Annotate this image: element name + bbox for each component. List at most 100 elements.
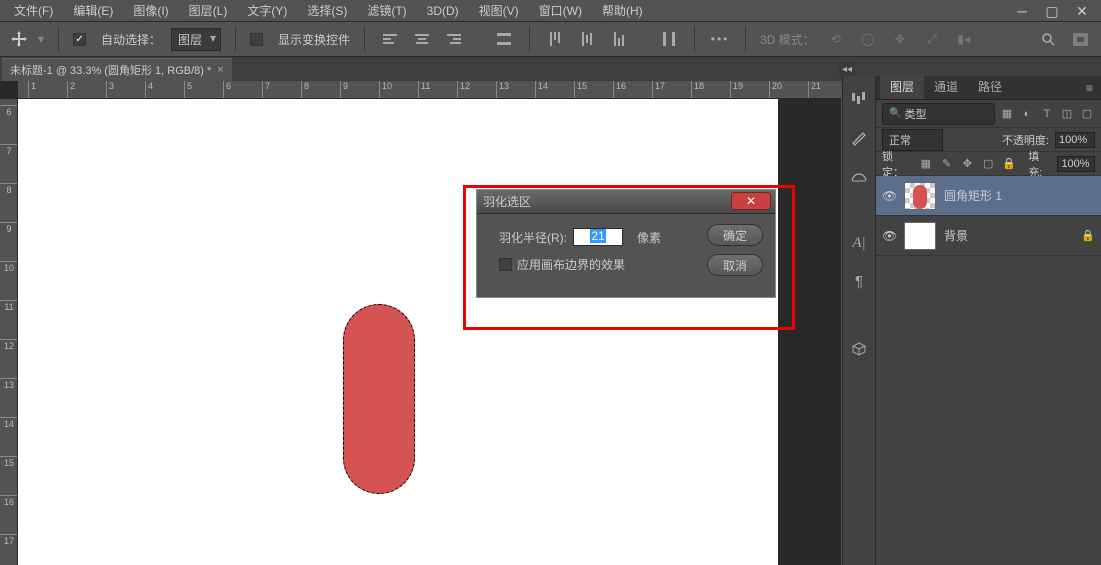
show-transform-checkbox[interactable] xyxy=(250,33,263,46)
minimize-button[interactable]: ─ xyxy=(1007,2,1037,20)
panel-tabs: 图层 通道 路径 ≡ xyxy=(876,76,1101,100)
fill-label: 填充: xyxy=(1028,148,1051,180)
3d-camera-icon[interactable]: ▮◂ xyxy=(953,28,975,50)
panel-menu-icon[interactable]: ≡ xyxy=(1078,77,1101,99)
3d-orbit-icon[interactable]: ⟲ xyxy=(825,28,847,50)
canvas-effect-checkbox[interactable] xyxy=(499,258,512,271)
filter-smart-icon[interactable]: ▢ xyxy=(1079,106,1095,122)
filter-type-dropdown[interactable]: 类型 xyxy=(882,103,995,125)
radius-label: 羽化半径(R): xyxy=(499,229,567,246)
opacity-input[interactable]: 100% xyxy=(1055,132,1095,148)
layer-thumbnail[interactable] xyxy=(904,222,936,250)
menu-file[interactable]: 文件(F) xyxy=(4,0,63,22)
auto-select-checkbox[interactable] xyxy=(73,33,86,46)
adjustments-panel-icon[interactable] xyxy=(848,88,870,110)
3d-slide-icon[interactable]: ⤢ xyxy=(921,28,943,50)
menu-edit[interactable]: 编辑(E) xyxy=(63,0,123,22)
document-tab[interactable]: 未标题-1 @ 33.3% (圆角矩形 1, RGB/8) * × xyxy=(2,58,232,81)
tab-layers[interactable]: 图层 xyxy=(880,74,924,99)
panel-collapse-icon[interactable]: ◂◂ xyxy=(839,62,855,76)
radius-input[interactable]: 21 xyxy=(573,228,623,246)
layer-row-shape[interactable]: 👁 圆角矩形 1 xyxy=(876,176,1101,216)
search-icon[interactable] xyxy=(1037,28,1059,50)
lock-icon: 🔒 xyxy=(1081,229,1095,242)
paragraph-panel-icon[interactable]: ¶ xyxy=(848,270,870,292)
align-center-icon[interactable] xyxy=(411,28,433,50)
layer-name[interactable]: 背景 xyxy=(944,227,968,244)
ruler-vertical: 67891011121314151617 xyxy=(0,99,18,565)
menu-filter[interactable]: 滤镜(T) xyxy=(357,0,416,22)
ok-button[interactable]: 确定 xyxy=(707,224,763,246)
brushes-panel-icon[interactable] xyxy=(848,126,870,148)
canvas-effect-label: 应用画布边界的效果 xyxy=(517,256,625,273)
layers-panel: 图层 通道 路径 ≡ 类型 ▦ ◐ T ◫ ▢ 正常 不透明度: 100% 锁定… xyxy=(876,76,1101,565)
filter-shape-icon[interactable]: ◫ xyxy=(1059,106,1075,122)
fill-input[interactable]: 100% xyxy=(1057,156,1095,172)
menu-type[interactable]: 文字(Y) xyxy=(237,0,297,22)
layer-row-background[interactable]: 👁 背景 🔒 xyxy=(876,216,1101,256)
ruler-horizontal: 123456789101112131415161718192021 xyxy=(18,81,841,99)
3d-pan-icon[interactable]: ✥ xyxy=(889,28,911,50)
menu-view[interactable]: 视图(V) xyxy=(469,0,529,22)
lock-image-icon[interactable]: ✎ xyxy=(939,156,954,172)
align-bottom-icon[interactable] xyxy=(608,28,630,50)
distribute-icon[interactable] xyxy=(493,28,515,50)
dialog-title: 羽化选区 xyxy=(483,193,531,210)
tab-paths[interactable]: 路径 xyxy=(968,74,1012,99)
options-bar: ▾ 自动选择： 图层 显示变换控件 ••• 3D 模式： ⟲ ◯ ✥ ⤢ ▮◂ xyxy=(0,22,1101,57)
more-icon[interactable]: ••• xyxy=(709,28,731,50)
filter-pixel-icon[interactable]: ▦ xyxy=(999,106,1015,122)
lock-all-icon[interactable]: 🔒 xyxy=(1002,156,1017,172)
tab-channels[interactable]: 通道 xyxy=(924,74,968,99)
align-left-icon[interactable] xyxy=(379,28,401,50)
frame-icon[interactable] xyxy=(1069,28,1091,50)
visibility-toggle-icon[interactable]: 👁 xyxy=(882,189,896,203)
filter-type-icon[interactable]: T xyxy=(1039,106,1055,122)
cancel-button[interactable]: 取消 xyxy=(707,254,763,276)
3d-panel-icon[interactable] xyxy=(848,338,870,360)
pixels-label: 像素 xyxy=(637,229,661,246)
layer-name[interactable]: 圆角矩形 1 xyxy=(944,187,1002,204)
close-button[interactable]: ✕ xyxy=(1067,2,1097,20)
canvas[interactable]: X1网 system.com 羽化选区 ✕ 羽化半径(R): 21 像素 xyxy=(18,99,778,565)
dialog-titlebar[interactable]: 羽化选区 ✕ xyxy=(477,190,775,214)
character-panel-icon[interactable]: A| xyxy=(848,232,870,254)
menu-window[interactable]: 窗口(W) xyxy=(529,0,592,22)
lock-position-icon[interactable]: ✥ xyxy=(960,156,975,172)
menu-select[interactable]: 选择(S) xyxy=(297,0,357,22)
opacity-label: 不透明度: xyxy=(1002,132,1049,148)
menu-help[interactable]: 帮助(H) xyxy=(592,0,653,22)
3d-mode-label: 3D 模式： xyxy=(760,31,815,48)
layer-thumbnail[interactable] xyxy=(904,182,936,210)
menu-3d[interactable]: 3D(D) xyxy=(417,1,469,21)
menu-bar: 文件(F) 编辑(E) 图像(I) 图层(L) 文字(Y) 选择(S) 滤镜(T… xyxy=(0,0,1101,22)
feather-dialog[interactable]: 羽化选区 ✕ 羽化半径(R): 21 像素 应用画布边界的效果 确定 取消 xyxy=(476,189,776,298)
styles-panel-icon[interactable] xyxy=(848,164,870,186)
tab-close-icon[interactable]: × xyxy=(217,64,223,76)
lock-transparency-icon[interactable]: ▦ xyxy=(918,156,933,172)
lock-artboard-icon[interactable]: ▢ xyxy=(981,156,996,172)
auto-select-dropdown[interactable]: 图层 xyxy=(171,28,221,51)
menu-image[interactable]: 图像(I) xyxy=(123,0,178,22)
distribute-v-icon[interactable] xyxy=(658,28,680,50)
align-right-icon[interactable] xyxy=(443,28,465,50)
window-controls: ─ ▢ ✕ xyxy=(1007,2,1097,20)
align-middle-icon[interactable] xyxy=(576,28,598,50)
lock-label: 锁定： xyxy=(882,148,912,180)
maximize-button[interactable]: ▢ xyxy=(1037,2,1067,20)
filter-adjust-icon[interactable]: ◐ xyxy=(1019,106,1035,122)
layer-filter-bar: 类型 ▦ ◐ T ◫ ▢ xyxy=(876,100,1101,128)
lock-bar: 锁定： ▦ ✎ ✥ ▢ 🔒 填充: 100% xyxy=(876,152,1101,176)
collapsed-panel-strip: A| ¶ xyxy=(842,76,876,565)
dialog-close-button[interactable]: ✕ xyxy=(731,192,771,210)
menu-layer[interactable]: 图层(L) xyxy=(179,0,238,22)
show-transform-label: 显示变换控件 xyxy=(278,31,350,48)
align-top-icon[interactable] xyxy=(544,28,566,50)
auto-select-label: 自动选择： xyxy=(101,31,161,48)
move-tool-icon[interactable] xyxy=(10,30,28,48)
document-tab-title: 未标题-1 @ 33.3% (圆角矩形 1, RGB/8) * xyxy=(10,62,211,78)
rounded-rectangle-shape[interactable] xyxy=(343,304,415,494)
3d-roll-icon[interactable]: ◯ xyxy=(857,28,879,50)
visibility-toggle-icon[interactable]: 👁 xyxy=(882,229,896,243)
workspace: 123456789101112131415161718192021 678910… xyxy=(0,81,841,565)
